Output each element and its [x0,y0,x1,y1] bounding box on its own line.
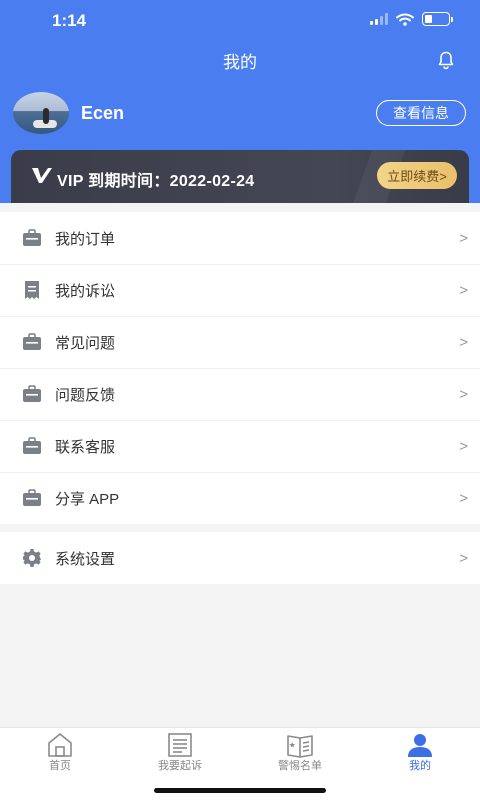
chevron-right-icon: > [459,229,468,247]
menu-item-label: 系统设置 [55,550,116,568]
menu-item-label: 我的诉讼 [55,282,116,300]
signal-icon [370,13,388,25]
tab-watchlist[interactable]: 警惕名单 [240,728,360,778]
page-title: 我的 [223,53,257,72]
menu-item-faq[interactable]: 常见问题 > [0,316,480,368]
tab-label: 首页 [49,760,71,772]
chevron-right-icon: > [459,385,468,403]
user-icon [408,734,432,757]
tab-label: 警惕名单 [278,760,322,772]
menu-item-orders[interactable]: 我的订单 > [0,212,480,264]
vip-expiry-text: VIP 到期时间：2022-02-24 [57,173,255,190]
chevron-right-icon: > [459,333,468,351]
status-bar: 1:14 [0,0,480,44]
menu-item-label: 分享 APP [55,490,120,508]
tab-home[interactable]: 首页 [0,728,120,778]
menu-item-feedback[interactable]: 问题反馈 > [0,368,480,420]
chevron-right-icon: > [459,281,468,299]
menu-item-label: 联系客服 [55,438,116,456]
vip-logo-icon [32,168,52,183]
tab-label: 我的 [409,760,431,772]
renew-button[interactable]: 立即续费> [377,162,457,189]
vip-card: VIP 到期时间：2022-02-24 立即续费> [11,150,469,203]
home-indicator [154,788,326,793]
status-time: 1:14 [52,11,87,30]
gear-icon [23,549,41,567]
menu-group-settings: 系统设置 > [0,532,480,584]
briefcase-icon [23,437,41,454]
menu-item-customer-service[interactable]: 联系客服 > [0,420,480,472]
battery-icon [422,12,453,26]
header: 1:14 我的 Ecen 查看信息 VIP 到期时间：2022-02-24 立即… [0,0,480,203]
document-icon [168,733,192,757]
bell-icon[interactable] [436,50,456,70]
menu-item-share-app[interactable]: 分享 APP > [0,472,480,524]
tab-mine[interactable]: 我的 [360,728,480,778]
briefcase-icon [23,229,41,246]
menu-item-lawsuits[interactable]: 我的诉讼 > [0,264,480,316]
menu-item-label: 我的订单 [55,230,116,248]
book-icon [287,735,313,758]
avatar[interactable] [13,92,69,134]
briefcase-icon [23,385,41,402]
chevron-right-icon: > [459,549,468,567]
receipt-icon [25,281,39,299]
chevron-right-icon: > [459,437,468,455]
briefcase-icon [23,333,41,350]
wifi-icon [396,13,414,26]
menu-group-main: 我的订单 > 我的诉讼 > 常见问题 > 问题反馈 > 联系客服 > 分享 AP… [0,212,480,524]
chevron-right-icon: > [459,489,468,507]
menu-item-system-settings[interactable]: 系统设置 > [0,532,480,584]
tab-sue[interactable]: 我要起诉 [120,728,240,778]
home-icon [48,733,72,757]
briefcase-icon [23,489,41,506]
username: Ecen [81,103,125,123]
menu-item-label: 问题反馈 [55,386,116,404]
menu-item-label: 常见问题 [55,334,116,352]
view-info-button[interactable]: 查看信息 [376,100,466,126]
status-icons [370,12,453,26]
tab-label: 我要起诉 [158,760,202,772]
